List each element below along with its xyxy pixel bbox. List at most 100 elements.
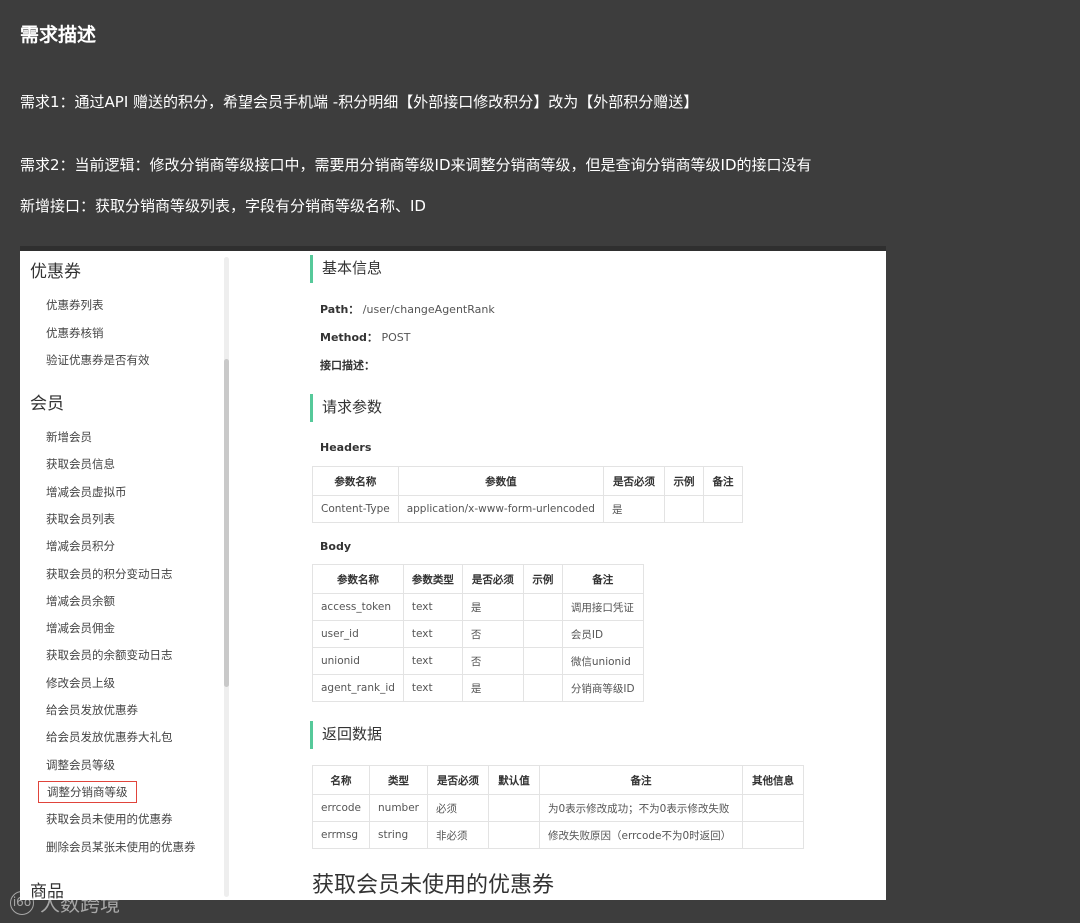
method-value: POST: [381, 331, 411, 344]
table-cell: text: [402, 620, 463, 648]
path-row: Path： /user/changeAgentRank: [320, 301, 495, 317]
watermark-text: 人数跨境: [40, 892, 120, 916]
table-row: errmsg string 非必须 修改失败原因（errcode不为0时返回）: [311, 821, 804, 849]
column-header: 默认值: [488, 765, 540, 795]
sidebar-item[interactable]: 给会员发放优惠券: [46, 702, 138, 718]
table-cell: 是: [461, 593, 524, 621]
next-api-title: 获取会员未使用的优惠券: [312, 873, 555, 898]
table-cell: text: [402, 647, 463, 675]
table-cell: [488, 794, 540, 822]
column-header: 其他信息: [742, 765, 804, 795]
table-row: unionid text 否 微信unionid: [312, 647, 644, 675]
table-cell: 为0表示修改成功；不为0表示修改失败: [539, 794, 743, 822]
sidebar-group-member[interactable]: 会员: [30, 389, 64, 414]
sidebar-item[interactable]: 优惠券核销: [46, 325, 104, 341]
table-cell: [742, 794, 804, 822]
column-header: 是否必须: [602, 466, 665, 496]
column-header: 示例: [663, 466, 704, 496]
table-row: access_token text 是 调用接口凭证: [312, 593, 644, 621]
table-row: errcode number 必须 为0表示修改成功；不为0表示修改失败: [311, 794, 804, 822]
return-table: 名称 类型 是否必须 默认值 备注 其他信息 errcode number 必须 为0表示修改成功…: [311, 765, 804, 849]
sidebar-item[interactable]: 修改会员上级: [46, 675, 115, 691]
sidebar-item[interactable]: 删除会员某张未使用的优惠券: [46, 839, 196, 855]
table-cell: [488, 821, 540, 849]
table-row: Content-Type application/x-www-form-urlen…: [312, 495, 743, 523]
method-label: Method：: [320, 331, 378, 344]
path-value: /user/changeAgentRank: [362, 303, 495, 316]
column-header: 参数值: [397, 466, 604, 496]
method-row: Method： POST: [320, 329, 410, 345]
requirement-3: 新增接口：获取分销商等级列表，字段有分销商等级名称、ID: [20, 197, 426, 215]
table-cell: 会员ID: [561, 620, 644, 648]
table-cell: 修改失败原因（errcode不为0时返回）: [539, 821, 743, 849]
table-cell: access_token: [312, 593, 404, 621]
api-doc-screenshot: 优惠券 优惠券列表优惠券核销验证优惠券是否有效 会员 新增会员获取会员信息 增减会…: [20, 246, 886, 900]
table-cell: [522, 593, 563, 621]
table-cell: string: [369, 821, 428, 849]
table-cell: Content-Type: [312, 495, 399, 523]
sidebar-group-coupon[interactable]: 优惠券: [30, 257, 81, 282]
sidebar-item[interactable]: 增减会员积分: [46, 538, 115, 554]
sidebar-scrollbar-thumb[interactable]: [224, 359, 229, 687]
table-header-row: 参数名称 参数值 是否必须 示例 备注: [312, 466, 743, 496]
table-cell: 分销商等级ID: [561, 674, 644, 702]
table-row: user_id text 否 会员ID: [312, 620, 644, 648]
table-header-row: 名称 类型 是否必须 默认值 备注 其他信息: [311, 765, 804, 795]
table-cell: user_id: [312, 620, 404, 648]
table-cell: number: [369, 794, 428, 822]
table-row: agent_rank_id text 是 分销商等级ID: [312, 674, 644, 702]
table-cell: 必须: [427, 794, 489, 822]
section-return-data: 返回数据: [310, 721, 382, 749]
sidebar-item[interactable]: 优惠券列表: [46, 297, 104, 313]
column-header: 备注: [539, 765, 743, 795]
table-cell: 否: [461, 620, 524, 648]
table-cell: [522, 620, 563, 648]
table-cell: agent_rank_id: [312, 674, 404, 702]
sidebar-item[interactable]: 获取会员的余额变动日志: [46, 647, 173, 663]
table-cell: text: [402, 674, 463, 702]
page-title: 需求描述: [20, 24, 97, 46]
table-cell: 非必须: [427, 821, 489, 849]
column-header: 备注: [561, 564, 644, 594]
sidebar-item[interactable]: 给会员发放优惠券大礼包: [46, 729, 173, 745]
table-cell: [663, 495, 704, 523]
table-cell: 微信unionid: [561, 647, 644, 675]
watermark-logo-icon: i6o: [10, 890, 34, 915]
table-cell: [742, 821, 804, 849]
sidebar-item[interactable]: 增减会员佣金: [46, 620, 115, 636]
table-cell: 是: [461, 674, 524, 702]
section-request-params: 请求参数: [310, 394, 382, 422]
sidebar-item[interactable]: 调整分销商等级: [38, 780, 137, 803]
sidebar-item[interactable]: 调整会员等级: [46, 757, 115, 773]
table-header-row: 参数名称 参数类型 是否必须 示例 备注: [312, 564, 644, 594]
sidebar-item[interactable]: 获取会员的积分变动日志: [46, 566, 173, 582]
headers-label: Headers: [320, 441, 372, 454]
table-cell: errmsg: [311, 821, 371, 849]
column-header: 是否必须: [427, 765, 489, 795]
column-header: 参数名称: [312, 564, 404, 594]
sidebar-item[interactable]: 获取会员未使用的优惠券: [46, 811, 173, 827]
sidebar-item[interactable]: 新增会员: [46, 429, 92, 445]
table-cell: 是: [602, 495, 665, 523]
table-cell: unionid: [312, 647, 404, 675]
sidebar-item[interactable]: 增减会员虚拟币: [46, 484, 127, 500]
sidebar-item[interactable]: 获取会员列表: [46, 511, 115, 527]
column-header: 参数名称: [312, 466, 399, 496]
watermark: i6o 人数跨境: [10, 888, 120, 917]
body-label: Body: [320, 540, 351, 553]
table-cell: [522, 674, 563, 702]
section-basic-info: 基本信息: [310, 255, 382, 283]
path-label: Path：: [320, 303, 360, 316]
sidebar-item[interactable]: 获取会员信息: [46, 456, 115, 472]
table-cell: [522, 647, 563, 675]
requirement-1: 需求1：通过API 赠送的积分，希望会员手机端 -积分明细【外部接口修改积分】改…: [20, 93, 699, 111]
column-header: 类型: [369, 765, 428, 795]
table-cell: 调用接口凭证: [561, 593, 644, 621]
sidebar-item[interactable]: 验证优惠券是否有效: [46, 352, 150, 368]
table-cell: 否: [461, 647, 524, 675]
headers-table: 参数名称 参数值 是否必须 示例 备注 Content-Type application/x…: [312, 466, 743, 523]
column-header: 是否必须: [461, 564, 524, 594]
table-cell: application/x-www-form-urlencoded: [397, 495, 604, 523]
sidebar-item[interactable]: 增减会员余额: [46, 593, 115, 609]
table-cell: [702, 495, 743, 523]
